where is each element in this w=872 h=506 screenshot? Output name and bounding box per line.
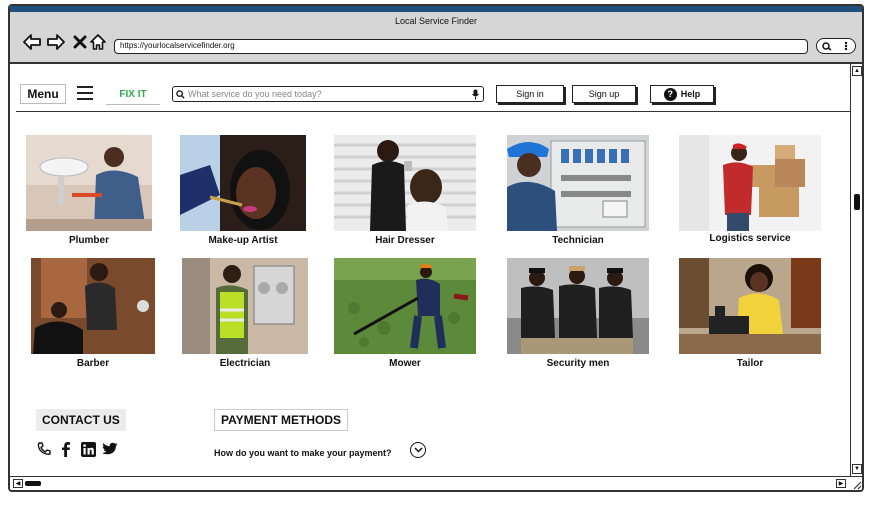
service-label: Electrician [219, 358, 271, 369]
service-label: Make-up Artist [208, 235, 278, 246]
mower-image [334, 258, 476, 354]
makeup-artist-image [180, 135, 306, 231]
service-label: Mower [389, 358, 421, 369]
microphone-icon[interactable] [472, 89, 479, 100]
security-men-image [507, 258, 649, 354]
phone-icon[interactable] [36, 441, 52, 457]
back-arrow-icon[interactable] [22, 32, 42, 52]
address-bar[interactable]: https://yourlocalservicefinder.org [114, 39, 808, 54]
page-content: Menu FIX IT What service do you need tod… [10, 64, 850, 476]
window-title: Local Service Finder [394, 16, 478, 26]
home-icon[interactable] [88, 32, 108, 52]
browser-menu-button[interactable] [816, 38, 856, 54]
hair-dresser-image [334, 135, 476, 231]
menu-button[interactable]: Menu [20, 84, 66, 104]
scroll-right-arrow-icon[interactable]: ▶ [836, 479, 846, 488]
resize-grip-icon[interactable] [850, 478, 862, 490]
service-label: Logistics service [709, 233, 791, 244]
service-card-makeup-artist[interactable]: Make-up Artist [180, 135, 306, 246]
service-card-logistics-service[interactable]: Logistics service [679, 135, 821, 244]
electrician-image [182, 258, 308, 354]
payment-methods-title: PAYMENT METHODS [214, 409, 349, 431]
sign-up-button[interactable]: Sign up [572, 85, 636, 103]
tailor-image [679, 258, 821, 354]
payment-dropdown-toggle[interactable] [410, 442, 426, 458]
help-label: Help [680, 89, 701, 99]
service-card-electrician[interactable]: Electrician [182, 258, 308, 369]
service-card-plumber[interactable]: Plumber [26, 135, 152, 246]
scroll-down-arrow-icon[interactable]: ▼ [852, 464, 862, 474]
service-label: Plumber [68, 235, 109, 246]
search-bar[interactable]: What service do you need today? [172, 86, 484, 102]
search-icon [176, 89, 185, 99]
twitter-icon[interactable] [102, 441, 118, 457]
help-button[interactable]: ? Help [650, 85, 714, 103]
header-divider [16, 111, 850, 112]
brand-logo[interactable]: FIX IT [106, 86, 160, 105]
close-icon[interactable] [70, 32, 90, 52]
scroll-left-arrow-icon[interactable]: ◀ [13, 479, 23, 488]
horizontal-scrollbar[interactable]: ◀ ▶ [10, 476, 862, 490]
chevron-down-icon [413, 447, 423, 453]
search-options-icon [822, 41, 848, 51]
service-card-barber[interactable]: Barber [31, 258, 155, 369]
social-links [36, 441, 118, 457]
vertical-scroll-thumb[interactable] [854, 194, 860, 210]
browser-titlebar: Local Service Finder https://yourlocalse… [10, 12, 862, 64]
forward-arrow-icon[interactable] [46, 32, 66, 52]
barber-image [31, 258, 155, 354]
technician-image [507, 135, 649, 231]
payment-question: How do you want to make your payment? [214, 448, 392, 458]
hamburger-icon[interactable] [77, 86, 93, 100]
help-icon: ? [663, 87, 677, 101]
scroll-up-arrow-icon[interactable]: ▲ [852, 66, 862, 76]
search-placeholder: What service do you need today? [188, 89, 322, 99]
service-card-mower[interactable]: Mower [334, 258, 476, 369]
service-label: Hair Dresser [375, 235, 435, 246]
service-card-tailor[interactable]: Tailor [679, 258, 821, 369]
service-label: Barber [76, 358, 110, 369]
service-label: Tailor [736, 358, 764, 369]
browser-window: Local Service Finder https://yourlocalse… [8, 4, 864, 492]
plumber-image [26, 135, 152, 231]
contact-us-title: CONTACT US [36, 409, 126, 431]
service-card-security-men[interactable]: Security men [507, 258, 649, 369]
vertical-scrollbar[interactable]: ▲ ▼ [850, 64, 862, 476]
service-label: Security men [546, 358, 610, 369]
horizontal-scroll-thumb[interactable] [25, 481, 41, 486]
linkedin-icon[interactable] [80, 441, 96, 457]
service-card-technician[interactable]: Technician [507, 135, 649, 246]
logistics-service-image [679, 135, 821, 231]
service-label: Technician [552, 235, 604, 246]
sign-in-button[interactable]: Sign in [496, 85, 564, 103]
service-card-hair-dresser[interactable]: Hair Dresser [334, 135, 476, 246]
facebook-icon[interactable] [58, 441, 74, 457]
